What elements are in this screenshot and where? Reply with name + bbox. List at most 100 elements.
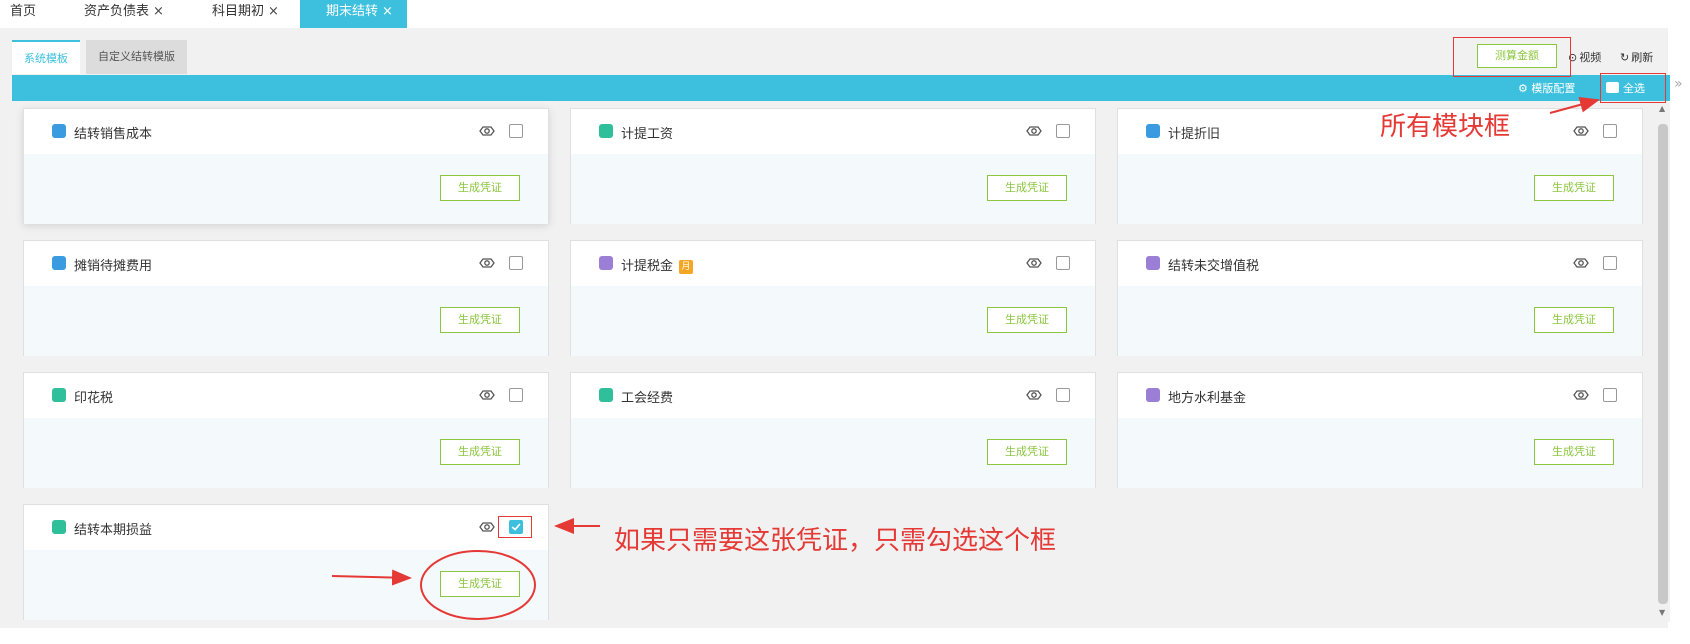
generate-voucher-button[interactable]: 生成凭证 bbox=[1534, 439, 1614, 465]
top-tab-bar: 首页 资产负债表 × 科目期初 × 期末结转 × bbox=[0, 0, 1690, 28]
card-body: 生成凭证 bbox=[24, 418, 548, 488]
vertical-scrollbar[interactable]: ▲ ▼ bbox=[1656, 102, 1670, 622]
card-body: 生成凭证 bbox=[24, 286, 548, 356]
card-checkbox[interactable] bbox=[1056, 388, 1070, 402]
card-body: 生成凭证 bbox=[1118, 286, 1642, 356]
card-header: 印花税 bbox=[24, 373, 548, 418]
close-icon[interactable]: × bbox=[382, 4, 393, 19]
card-checkbox[interactable] bbox=[1056, 124, 1070, 138]
card-header: 结转销售成本 bbox=[24, 109, 548, 154]
module-card: 结转未交增值税生成凭证 bbox=[1117, 240, 1643, 356]
card-body: 生成凭证 bbox=[24, 550, 548, 620]
eye-icon[interactable] bbox=[478, 518, 496, 536]
generate-voucher-button[interactable]: 生成凭证 bbox=[987, 307, 1067, 333]
union-icon bbox=[599, 388, 613, 402]
card-checkbox[interactable] bbox=[509, 256, 523, 270]
card-header: 结转未交增值税 bbox=[1118, 241, 1642, 286]
card-checkbox[interactable] bbox=[509, 124, 523, 138]
gear-icon: ⚙ bbox=[1518, 82, 1528, 95]
card-body: 生成凭证 bbox=[571, 286, 1095, 356]
grid-icon bbox=[52, 256, 66, 270]
eye-icon[interactable] bbox=[1572, 122, 1590, 140]
eye-icon[interactable] bbox=[478, 254, 496, 272]
depreciation-icon bbox=[1146, 124, 1160, 138]
card-header: 摊销待摊费用 bbox=[24, 241, 548, 286]
card-body: 生成凭证 bbox=[1118, 418, 1642, 488]
template-config-label: 模版配置 bbox=[1531, 82, 1576, 95]
card-header: 计提税金月 bbox=[571, 241, 1095, 286]
chevron-right-icon[interactable]: » bbox=[1674, 76, 1683, 92]
module-card: 印花税生成凭证 bbox=[23, 372, 549, 488]
video-label: 视频 bbox=[1579, 51, 1602, 64]
card-title-text: 计提工资 bbox=[621, 127, 674, 142]
card-title: 计提工资 bbox=[621, 123, 673, 142]
generate-voucher-button[interactable]: 生成凭证 bbox=[440, 571, 520, 597]
close-icon[interactable]: × bbox=[153, 4, 164, 19]
card-checkbox[interactable] bbox=[509, 388, 523, 402]
card-title-text: 地方水利基金 bbox=[1168, 391, 1247, 406]
stamp-icon bbox=[52, 388, 66, 402]
card-body: 生成凭证 bbox=[24, 154, 548, 224]
card-title: 地方水利基金 bbox=[1168, 387, 1246, 406]
card-checkbox[interactable] bbox=[1056, 256, 1070, 270]
tab-period-end-carryover[interactable]: 期末结转 × bbox=[300, 0, 407, 28]
module-card: 地方水利基金生成凭证 bbox=[1117, 372, 1643, 488]
eye-icon[interactable] bbox=[1025, 386, 1043, 404]
card-checkbox[interactable] bbox=[1603, 256, 1617, 270]
card-header: 地方水利基金 bbox=[1118, 373, 1642, 418]
eye-icon[interactable] bbox=[478, 122, 496, 140]
eye-icon[interactable] bbox=[1572, 386, 1590, 404]
tab-label: 资产负债表 bbox=[84, 4, 150, 19]
subtab-custom-template[interactable]: 自定义结转模版 bbox=[86, 40, 187, 74]
module-card: 结转本期损益生成凭证 bbox=[23, 504, 549, 620]
module-card: 计提工资生成凭证 bbox=[570, 108, 1096, 224]
tab-opening-balance[interactable]: 科目期初 × bbox=[212, 0, 279, 28]
card-title-text: 计提税金 bbox=[621, 259, 674, 274]
tab-home[interactable]: 首页 bbox=[10, 0, 36, 28]
generate-voucher-button[interactable]: 生成凭证 bbox=[1534, 307, 1614, 333]
generate-voucher-button[interactable]: 生成凭证 bbox=[440, 175, 520, 201]
card-body: 生成凭证 bbox=[1118, 154, 1642, 224]
profit-loss-icon bbox=[52, 520, 66, 534]
card-checkbox[interactable] bbox=[1603, 388, 1617, 402]
eye-icon[interactable] bbox=[1572, 254, 1590, 272]
card-title: 计提税金月 bbox=[621, 255, 694, 274]
tab-balance-sheet[interactable]: 资产负债表 × bbox=[84, 0, 164, 28]
app-root: 首页 资产负债表 × 科目期初 × 期末结转 × 系统模板 自定义结转模版 测算金额 … bbox=[0, 0, 1690, 644]
card-body: 生成凭证 bbox=[571, 418, 1095, 488]
tax-stack-icon bbox=[599, 256, 613, 270]
generate-voucher-button[interactable]: 生成凭证 bbox=[987, 439, 1067, 465]
generate-voucher-button[interactable]: 生成凭证 bbox=[440, 307, 520, 333]
annotation-only-this: 如果只需要这张凭证，只需勾选这个框 bbox=[614, 526, 1057, 556]
generate-voucher-button[interactable]: 生成凭证 bbox=[440, 439, 520, 465]
eye-icon[interactable] bbox=[1025, 254, 1043, 272]
card-header: 工会经费 bbox=[571, 373, 1095, 418]
scrollbar-thumb[interactable] bbox=[1658, 124, 1668, 604]
card-body: 生成凭证 bbox=[571, 154, 1095, 224]
card-header: 结转本期损益 bbox=[24, 505, 548, 550]
module-toolbar bbox=[12, 75, 1670, 101]
eye-icon[interactable] bbox=[1025, 122, 1043, 140]
fund-icon bbox=[1146, 388, 1160, 402]
module-card: 工会经费生成凭证 bbox=[570, 372, 1096, 488]
wage-icon bbox=[599, 124, 613, 138]
annotation-all-modules: 所有模块框 bbox=[1380, 112, 1511, 142]
card-title: 工会经费 bbox=[621, 387, 673, 406]
generate-voucher-button[interactable]: 生成凭证 bbox=[987, 175, 1067, 201]
card-title-text: 结转本期损益 bbox=[74, 523, 153, 538]
video-link[interactable]: ⊙ 视频 bbox=[1568, 49, 1601, 65]
generate-voucher-button[interactable]: 生成凭证 bbox=[1534, 175, 1614, 201]
card-checkbox[interactable] bbox=[1603, 124, 1617, 138]
module-card: 结转销售成本生成凭证 bbox=[23, 108, 549, 224]
scroll-up-icon[interactable]: ▲ bbox=[1659, 104, 1665, 113]
tab-label: 首页 bbox=[10, 4, 37, 19]
template-config-link[interactable]: ⚙ 模版配置 bbox=[1518, 80, 1575, 96]
eye-icon[interactable] bbox=[478, 386, 496, 404]
close-icon[interactable]: × bbox=[268, 4, 279, 19]
scroll-down-icon[interactable]: ▼ bbox=[1659, 608, 1665, 617]
subtab-system-template[interactable]: 系统模板 bbox=[12, 40, 80, 74]
refresh-link[interactable]: ↻ 刷新 bbox=[1620, 49, 1653, 65]
module-card: 摊销待摊费用生成凭证 bbox=[23, 240, 549, 356]
card-title-text: 印花税 bbox=[74, 391, 114, 406]
annotation-box-checkbox bbox=[498, 516, 532, 538]
